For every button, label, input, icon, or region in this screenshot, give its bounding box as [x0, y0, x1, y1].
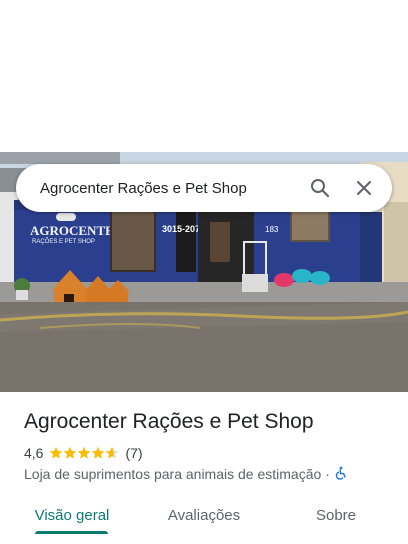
rating-row[interactable]: 4,6 (7)	[24, 444, 143, 462]
search-input[interactable]: Agrocenter Rações e Pet Shop	[16, 180, 298, 197]
star-icons	[50, 446, 119, 459]
category-label: Loja de suprimentos para animais de esti…	[24, 466, 322, 482]
search-bar[interactable]: Agrocenter Rações e Pet Shop	[16, 164, 392, 212]
sign-number: 183	[265, 225, 279, 234]
wheelchair-accessible-icon	[334, 466, 348, 483]
tab-overview[interactable]: Visão geral	[22, 496, 122, 534]
search-icon[interactable]	[298, 164, 342, 212]
rating-stars	[49, 446, 119, 460]
place-title: Agrocenter Rações e Pet Shop	[24, 410, 314, 433]
sign-sub: RAÇÕES E PET SHOP	[32, 238, 95, 245]
sign-brand: AGROCENTER	[30, 223, 124, 238]
place-tabs: Visão geral Avaliações Sobre	[0, 496, 408, 536]
tab-reviews[interactable]: Avaliações	[154, 496, 254, 534]
separator-dot: ·	[325, 466, 330, 482]
review-count: (7)	[125, 445, 143, 461]
close-icon[interactable]	[342, 164, 386, 212]
blank-area	[0, 0, 408, 152]
rating-value: 4,6	[24, 445, 44, 461]
active-tab-indicator	[35, 531, 108, 534]
category-row: Loja de suprimentos para animais de esti…	[24, 465, 348, 483]
tab-about[interactable]: Sobre	[286, 496, 386, 534]
